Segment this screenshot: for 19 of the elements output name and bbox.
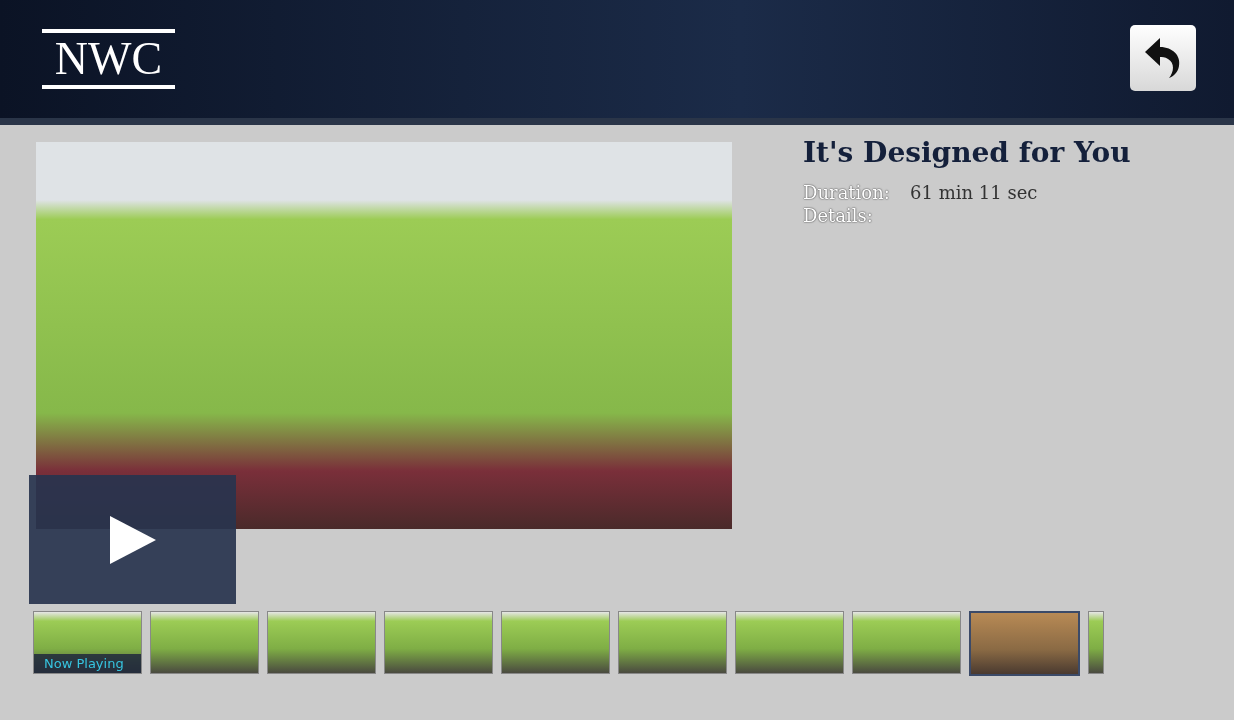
video-thumbnail[interactable] [501,611,610,674]
video-thumbnail[interactable] [735,611,844,674]
back-button[interactable] [1130,25,1196,91]
logo: NWC [42,29,175,89]
video-thumbnail[interactable] [384,611,493,674]
details-label: Details: [803,204,874,227]
play-icon [109,515,156,564]
video-thumbnail[interactable] [618,611,727,674]
video-title: It's Designed for You [803,136,1131,169]
now-playing-caption: Now Playing [34,654,141,673]
duration-value: 61 min 11 sec [910,181,1038,204]
video-thumbnail[interactable] [852,611,961,674]
video-thumbnail[interactable]: Now Playing [33,611,142,674]
video-thumbnail[interactable] [267,611,376,674]
duration-label: Duration: [803,181,891,204]
video-thumbnail[interactable] [969,611,1080,676]
video-thumbnail[interactable] [150,611,259,674]
video-thumbnail[interactable] [1088,611,1104,674]
play-button[interactable] [29,475,236,604]
